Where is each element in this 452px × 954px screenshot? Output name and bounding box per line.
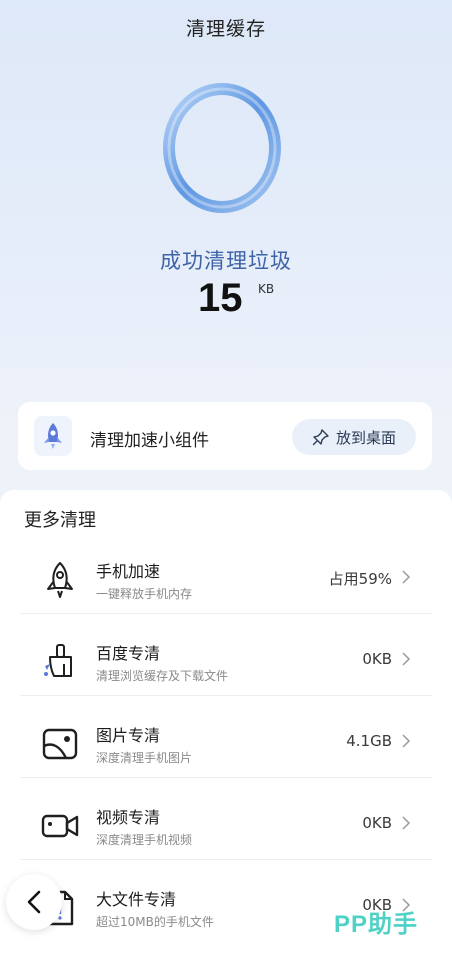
widget-card[interactable]: 清理加速小组件 放到桌面 (18, 402, 432, 470)
list-item-video-clean[interactable]: 视频专清 深度清理手机视频 0KB (20, 790, 432, 860)
chevron-right-icon (402, 816, 410, 830)
item-subtitle: 清理浏览缓存及下载文件 (96, 669, 229, 683)
success-message: 成功清理垃圾 (160, 249, 292, 273)
pin-icon (312, 429, 329, 446)
list-item-image-clean[interactable]: 图片专清 深度清理手机图片 4.1GB (20, 708, 432, 778)
item-title: 图片专清 (96, 726, 161, 745)
more-cleanup-section: 更多清理 手机加速 一键释放手机内存 占用59% 百度专清 清理浏览缓存及下载文… (0, 490, 452, 954)
pin-to-desktop-label: 放到桌面 (335, 428, 396, 447)
cleaned-size: 15 KB (0, 276, 452, 326)
item-title: 大文件专清 (96, 890, 177, 909)
cleanup-ring-graphic (158, 80, 286, 216)
rocket-icon (34, 416, 72, 456)
back-button[interactable] (6, 874, 62, 930)
item-value: 4.1GB (346, 732, 392, 750)
item-subtitle: 深度清理手机视频 (96, 833, 193, 847)
list-item-baidu-clean[interactable]: 百度专清 清理浏览缓存及下载文件 0KB (20, 626, 432, 696)
item-subtitle: 一键释放手机内存 (96, 587, 193, 601)
cleaned-size-unit: KB (258, 282, 275, 296)
item-title: 百度专清 (96, 644, 161, 663)
pin-to-desktop-button[interactable]: 放到桌面 (292, 419, 416, 455)
image-icon (40, 724, 80, 764)
chevron-left-icon (27, 890, 41, 914)
item-value: 0KB (362, 814, 392, 832)
chevron-right-icon (402, 652, 410, 666)
widget-label: 清理加速小组件 (90, 431, 209, 451)
video-icon (40, 806, 80, 846)
item-value: 占用59% (328, 570, 392, 588)
item-value: 0KB (362, 650, 392, 668)
section-title: 更多清理 (24, 510, 96, 531)
item-title: 手机加速 (96, 562, 161, 581)
item-subtitle: 超过10MB的手机文件 (96, 915, 214, 929)
list-item-phone-boost[interactable]: 手机加速 一键释放手机内存 占用59% (20, 544, 432, 614)
chevron-right-icon (402, 734, 410, 748)
page-title: 清理缓存 (185, 18, 266, 40)
item-subtitle: 深度清理手机图片 (96, 751, 193, 765)
watermark-logo: PP助手 (334, 911, 419, 938)
broom-icon (40, 642, 80, 682)
item-title: 视频专清 (96, 808, 161, 827)
cleaned-size-value: 15 (198, 276, 243, 320)
chevron-right-icon (402, 570, 410, 584)
rocket-icon (40, 560, 80, 600)
